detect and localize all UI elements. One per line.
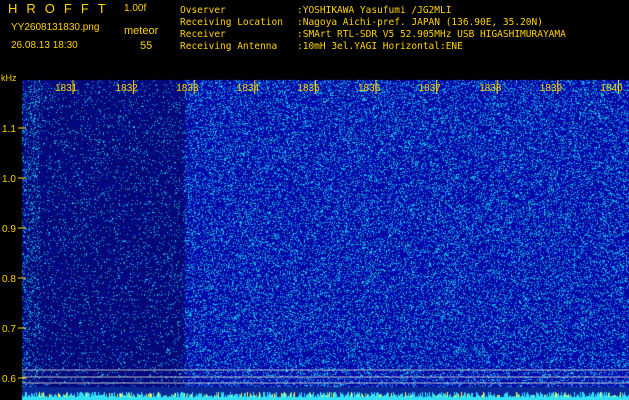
info-value: :SMArt RTL-SDR V5 52.905MHz USB HIGASHIM…: [297, 29, 566, 40]
freq-tick-label: 1.0: [2, 174, 16, 185]
minute-tick-label: 1834: [237, 83, 260, 94]
info-key: Ovserver: [180, 5, 226, 16]
freq-tick-label: 0.6: [2, 374, 16, 385]
meteor-label: meteor: [124, 25, 159, 37]
freq-tick-label: 0.7: [2, 324, 16, 335]
minute-tick-label: 1837: [419, 83, 442, 94]
spectrogram: 1831 1832 1833 1834 1835 1836 1837 1838 1839 1840…: [0, 76, 629, 400]
spectrogram-axes: 1831 1832 1833 1834 1835 1836 1837 1838 1839 1840…: [2, 80, 629, 385]
info-key: Receiving Antenna: [180, 41, 278, 52]
minute-tick-label: 1831: [55, 83, 78, 94]
minute-tick-label: 1836: [358, 83, 381, 94]
datetime-label: 26.08.13 18:30: [11, 40, 78, 51]
minute-tick-label: 1839: [540, 83, 563, 94]
info-row-antenna: Receiving Antenna :10mH 3el.YAGI Horizont…: [180, 41, 566, 53]
info-value: :Nagoya Aichi-pref. JAPAN (136.90E, 35.2…: [297, 17, 543, 28]
minute-tick-label: 1838: [479, 83, 502, 94]
minute-tick-label: 1833: [176, 83, 199, 94]
freq-tick-label: 1.1: [2, 124, 16, 135]
minute-tick-label: 1832: [116, 83, 139, 94]
info-row-location: Receiving Location :Nagoya Aichi-pref. JA…: [180, 17, 566, 29]
info-value: :YOSHIKAWA Yasufumi /JG2MLI: [297, 5, 452, 16]
hrofft-logo: HROFFT: [8, 1, 115, 16]
y-axis-unit: kHz: [1, 73, 17, 83]
minute-tick-label: 1840: [600, 83, 623, 94]
header: HROFFT 1.00f YY2608131830.png meteor 26.…: [0, 0, 629, 76]
info-key: Receiver: [180, 29, 226, 40]
version-label: 1.00f: [124, 3, 147, 14]
info-key: Receiving Location: [180, 17, 283, 28]
meteor-count: 55: [140, 40, 153, 52]
minute-tick-label: 1835: [297, 83, 320, 94]
station-info: Ovserver :YOSHIKAWA Yasufumi /JG2MLI Rece…: [180, 5, 566, 53]
info-row-receiver: Receiver :SMArt RTL-SDR V5 52.905MHz USB …: [180, 29, 566, 41]
info-row-observer: Ovserver :YOSHIKAWA Yasufumi /JG2MLI: [180, 5, 566, 17]
freq-tick-label: 0.8: [2, 274, 16, 285]
info-value: :10mH 3el.YAGI Horizontal:ENE: [297, 41, 463, 52]
filename-label: YY2608131830.png: [11, 22, 100, 33]
freq-tick-label: 0.9: [2, 224, 16, 235]
